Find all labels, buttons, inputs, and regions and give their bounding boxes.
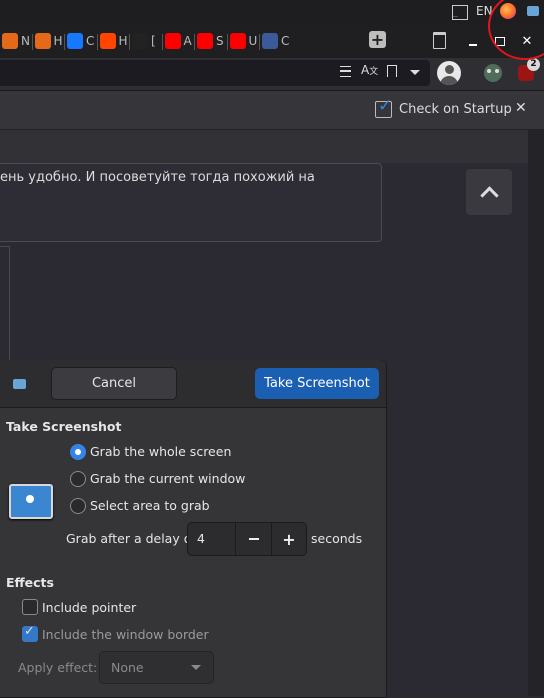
effects-title: Effects: [6, 575, 54, 590]
include-border-label[interactable]: Include the window border: [42, 627, 209, 642]
scroll-to-top-button[interactable]: [466, 169, 512, 215]
tab-favicon-icon: [164, 33, 181, 49]
apply-effect-value: None: [111, 660, 144, 675]
extension-badge: 2: [527, 58, 540, 71]
tab-title: H: [118, 34, 128, 48]
new-tab-button[interactable]: +: [369, 31, 386, 48]
notification-close-icon[interactable]: ✕: [515, 100, 527, 116]
delay-input[interactable]: 4: [197, 531, 205, 546]
plus-icon: +: [282, 529, 296, 549]
tab-favicon-icon: [197, 33, 213, 49]
bookmark-icon[interactable]: [387, 65, 397, 77]
browser-tab[interactable]: C: [262, 29, 289, 53]
option-select-area-label[interactable]: Select area to grab: [90, 498, 210, 513]
tab-separator: [161, 34, 163, 50]
tab-title: N: [21, 34, 30, 48]
page-header-strip: [0, 130, 528, 163]
section-title: Take Screenshot: [6, 419, 122, 434]
account-avatar[interactable]: [437, 61, 461, 85]
tab-favicon-icon: [262, 33, 278, 49]
tab-title: C: [281, 34, 290, 48]
checkmark-icon: ✓: [24, 624, 35, 639]
dialog-header: Cancel Take Screenshot: [0, 360, 386, 408]
extension-icon-alien[interactable]: [484, 64, 502, 82]
delay-unit-label: seconds: [311, 531, 363, 546]
tab-title: U: [248, 34, 258, 48]
tab-favicon-icon: [2, 33, 18, 49]
increment-button[interactable]: +: [272, 523, 306, 555]
tab-favicon-icon: [34, 33, 51, 49]
tab-title: S: [216, 34, 224, 48]
post-card: ень удобно. И посоветуйте тогда похожий …: [0, 163, 382, 242]
radio-select-area[interactable]: [70, 498, 86, 514]
system-panel: _ EN: [0, 0, 544, 24]
apply-effect-label: Apply effect:: [18, 660, 98, 675]
checkmark-icon: ✓: [378, 96, 393, 116]
translate-icon[interactable]: A文: [361, 63, 378, 77]
tab-separator: [259, 34, 260, 50]
chevron-down-icon: [191, 665, 201, 670]
tab-favicon-icon: [229, 33, 246, 49]
urlbar-dropdown-icon[interactable]: [410, 70, 420, 75]
tab-separator: [31, 34, 33, 50]
tab-separator: [96, 34, 98, 50]
tab-separator: [64, 34, 65, 50]
browser-tab[interactable]: U: [229, 29, 258, 53]
include-pointer-label[interactable]: Include pointer: [42, 600, 136, 615]
tab-title: A: [183, 34, 192, 48]
tab-strip: N H C H[A S U C + ✕: [0, 24, 544, 58]
option-whole-screen-label[interactable]: Grab the whole screen: [90, 444, 231, 459]
minus-icon: [248, 538, 259, 540]
page-scrollbar[interactable]: [528, 130, 544, 696]
browser-tab[interactable]: S: [197, 29, 224, 53]
post-text: ень удобно. И посоветуйте тогда похожий …: [0, 170, 315, 185]
camera-icon: [9, 484, 53, 519]
reader-mode-icon[interactable]: [340, 66, 351, 77]
radio-whole-screen[interactable]: [70, 444, 86, 460]
take-screenshot-button[interactable]: Take Screenshot: [255, 368, 379, 399]
apply-effect-dropdown[interactable]: None: [99, 651, 214, 684]
browser-tab[interactable]: C: [67, 29, 94, 53]
trash-icon[interactable]: [433, 32, 446, 49]
include-pointer-checkbox[interactable]: [22, 599, 38, 615]
tab-favicon-icon: [67, 33, 83, 49]
tab-title: H: [53, 34, 63, 48]
browser-tab[interactable]: N: [2, 29, 30, 53]
browser-tab[interactable]: H: [34, 29, 63, 53]
delay-label: Grab after a delay of: [66, 531, 196, 546]
notification-bar: ✓ Check on Startup ✕: [0, 91, 544, 130]
option-current-window-label[interactable]: Grab the current window: [90, 471, 245, 486]
tab-favicon-icon: [132, 33, 148, 49]
tab-separator: [226, 34, 228, 50]
cancel-button[interactable]: Cancel: [51, 367, 177, 400]
browser-tab[interactable]: [: [132, 29, 156, 53]
chevron-up-icon: [479, 185, 499, 205]
screenshot-app-icon-small: [13, 379, 26, 389]
check-on-startup-label[interactable]: Check on Startup: [399, 102, 512, 117]
browser-tab[interactable]: H: [99, 29, 128, 53]
tab-favicon-icon: [99, 33, 116, 49]
tab-separator: [194, 34, 195, 50]
include-border-checkbox[interactable]: ✓: [22, 624, 38, 642]
tab-title: C: [86, 34, 95, 48]
radio-current-window[interactable]: [70, 471, 86, 487]
minimize-button[interactable]: [462, 30, 484, 52]
terminal-icon[interactable]: _: [452, 5, 468, 20]
browser-tab[interactable]: A: [164, 29, 192, 53]
decrement-button[interactable]: [236, 523, 271, 555]
tab-separator: [129, 34, 130, 50]
delay-spinbutton: 4 +: [187, 522, 307, 556]
tab-title: [: [151, 34, 156, 48]
minimize-icon: [469, 44, 477, 46]
